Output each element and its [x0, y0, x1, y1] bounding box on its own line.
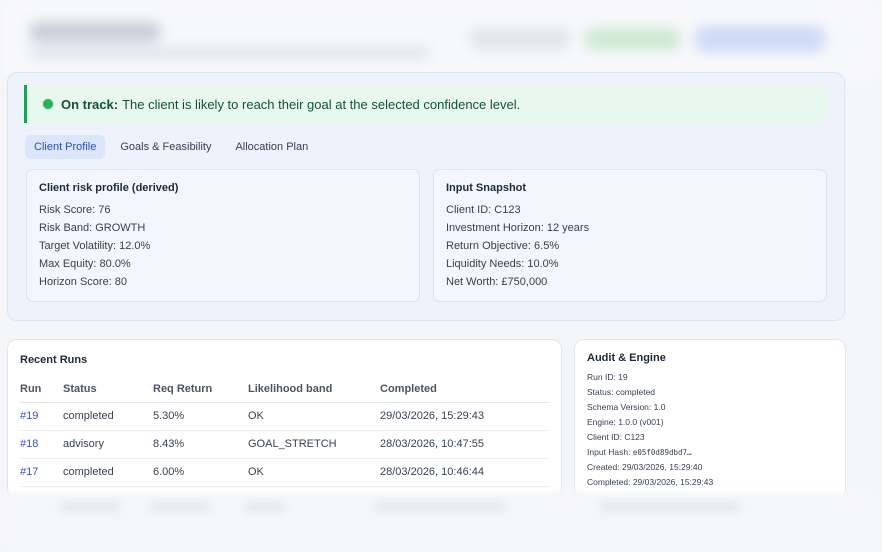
max-equity: Max Equity: 80.0% [39, 258, 131, 270]
alert-text: The client is likely to reach their goal… [122, 96, 521, 112]
audit-created: Created: 29/03/2026, 15:29:40 [587, 462, 703, 472]
horizon-score: Horizon Score: 80 [39, 276, 128, 288]
audit-hash-value: e05f0d89dbd7… [632, 448, 692, 457]
recent-runs-table: Run Status Req Return Likelihood band Co… [20, 376, 550, 487]
on-track-alert: On track: The client is likely to reach … [24, 85, 828, 123]
recent-runs-title: Recent Runs [20, 354, 88, 366]
col-req-return: Req Return [153, 376, 248, 403]
audit-title: Audit & Engine [587, 352, 666, 364]
table-row: #18 advisory 8.43% GOAL_STRETCH 28/03/20… [20, 430, 550, 459]
target-volatility: Target Volatility: 12.0% [39, 240, 151, 252]
run-completed: 29/03/2026, 15:29:43 [380, 402, 550, 431]
status-dot-icon [43, 99, 53, 109]
run-link[interactable]: #18 [20, 430, 63, 459]
audit-hash-label: Input Hash: [587, 447, 633, 457]
input-snapshot-panel: Input Snapshot Client ID: C123 Investmen… [433, 169, 827, 302]
risk-profile-panel: Client risk profile (derived) Risk Score… [26, 169, 420, 302]
col-likelihood: Likelihood band [248, 376, 380, 403]
investment-horizon: Investment Horizon: 12 years [446, 222, 590, 234]
table-row: #17 completed 6.00% OK 28/03/2026, 10:46… [20, 458, 550, 487]
tab-client-profile[interactable]: Client Profile [25, 135, 106, 159]
run-status: advisory [63, 430, 153, 459]
audit-client-id: Client ID: C123 [587, 432, 645, 442]
run-likelihood: OK [248, 458, 380, 487]
blurred-header [0, 0, 882, 82]
run-link[interactable]: #19 [20, 402, 63, 431]
input-snapshot-title: Input Snapshot [446, 182, 527, 194]
col-run: Run [20, 376, 63, 403]
audit-schema-version: Schema Version: 1.0 [587, 402, 666, 412]
blurred-footer [0, 492, 882, 552]
risk-profile-title: Client risk profile (derived) [39, 182, 179, 194]
tab-allocation-plan[interactable]: Allocation Plan [226, 135, 317, 159]
run-status: completed [63, 458, 153, 487]
run-completed: 28/03/2026, 10:46:44 [380, 458, 550, 487]
run-req-return: 5.30% [153, 402, 248, 431]
recent-runs-card: Recent Runs Run Status Req Return Likeli… [7, 339, 562, 499]
run-likelihood: OK [248, 402, 380, 431]
tab-goals-feasibility[interactable]: Goals & Feasibility [111, 135, 220, 159]
run-link[interactable]: #17 [20, 458, 63, 487]
audit-status: Status: completed [587, 387, 656, 397]
table-header-row: Run Status Req Return Likelihood band Co… [20, 376, 550, 403]
net-worth: Net Worth: £750,000 [446, 276, 548, 288]
run-completed: 28/03/2026, 10:47:55 [380, 430, 550, 459]
alert-strong: On track: [61, 96, 119, 112]
run-likelihood: GOAL_STRETCH [248, 430, 380, 459]
run-status: completed [63, 402, 153, 431]
audit-input-hash: Input Hash: e05f0d89dbd7… [587, 447, 833, 462]
col-status: Status [63, 376, 153, 403]
liquidity-needs: Liquidity Needs: 10.0% [446, 258, 559, 270]
run-req-return: 8.43% [153, 430, 248, 459]
risk-score: Risk Score: 76 [39, 204, 111, 216]
table-row: #19 completed 5.30% OK 29/03/2026, 15:29… [20, 402, 550, 431]
return-objective: Return Objective: 6.5% [446, 240, 560, 252]
client-summary-card: On track: The client is likely to reach … [7, 72, 845, 321]
run-req-return: 6.00% [153, 458, 248, 487]
audit-completed: Completed: 29/03/2026, 15:29:43 [587, 477, 714, 487]
risk-band: Risk Band: GROWTH [39, 222, 146, 234]
audit-run-id: Run ID: 19 [587, 372, 628, 382]
audit-engine: Engine: 1.0.0 (v001) [587, 417, 664, 427]
audit-engine-card: Audit & Engine Run ID: 19 Status: comple… [574, 339, 846, 499]
col-completed: Completed [380, 376, 550, 403]
client-id: Client ID: C123 [446, 204, 521, 216]
tab-bar: Client Profile Goals & Feasibility Alloc… [25, 135, 317, 159]
